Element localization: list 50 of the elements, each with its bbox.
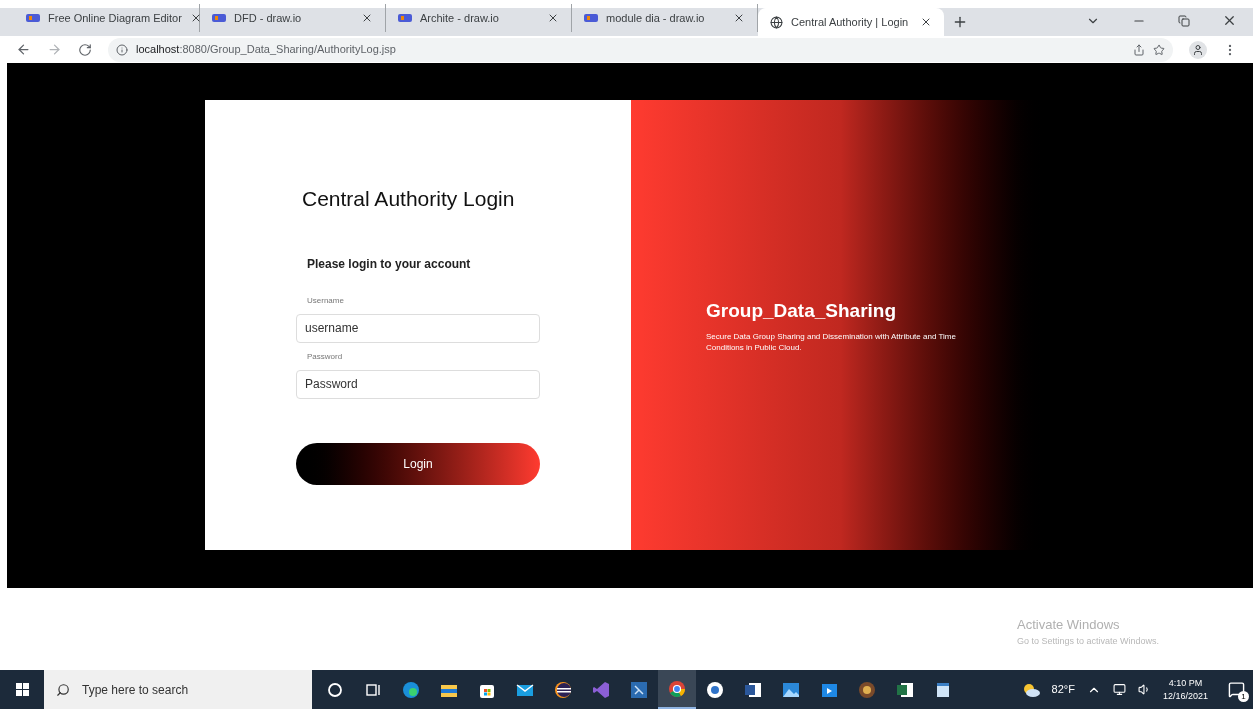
text-field[interactable]: Password [296,369,540,399]
field-label: Username [307,294,345,307]
close-icon[interactable] [361,12,373,24]
back-icon[interactable] [16,42,31,57]
diagram-icon [584,13,598,23]
weather-icon [1021,682,1040,697]
field-label: Password [307,350,344,363]
activation-hint: Go to Settings to activate Windows. [1017,634,1160,648]
browser-tab[interactable]: DFD - draw.io [200,4,386,32]
browser-tab[interactable]: Free Online Diagram Editor [14,4,200,32]
globe-icon [770,15,783,29]
address-bar[interactable]: localhost:8080/Group_Data_Sharing/AuthorityLog.jsp [108,37,1173,62]
search-icon [56,682,70,697]
tab-title: Free Online Diagram Editor [48,10,182,26]
clock[interactable]: 4:10 PM 12/16/2021 [1162,676,1208,703]
login-button[interactable]: Login [296,442,540,485]
speaker-icon[interactable] [1137,683,1151,696]
diagram-icon [398,13,412,23]
notification-count: 1 [1238,691,1249,702]
browser-tab[interactable]: Central Authority | Login [758,8,944,36]
close-icon[interactable] [920,16,932,28]
restore-icon[interactable] [1178,14,1190,27]
diagram-icon [212,13,226,23]
close-icon[interactable] [1222,13,1237,28]
reload-icon[interactable] [78,42,92,57]
tab-title: DFD - draw.io [234,10,303,26]
tab-title: Central Authority | Login [791,14,910,30]
tab-title: module dia - draw.io [606,10,706,26]
close-icon[interactable] [547,12,559,24]
new-tab-icon[interactable] [952,14,968,30]
network-icon[interactable] [1112,683,1126,696]
diagram-icon [26,13,40,23]
tab-title: Archite - draw.io [420,10,500,26]
taskbar-search-field[interactable]: Type here to search [44,670,312,709]
login-subtitle: Please login to your account [307,255,472,273]
bookmark-icon[interactable] [1153,43,1165,56]
close-icon[interactable] [733,12,745,24]
windows-icon [15,683,29,696]
temperature-text: 82°F [1051,682,1075,698]
banner-description: Secure Data Group Sharing and Dissemination with Attribute and Time Conditions in Public Cloud. [706,330,957,353]
profile-avatar[interactable] [1189,40,1207,59]
share-icon[interactable] [1133,43,1145,56]
activation-title: Activate Windows [1017,616,1120,634]
browser-tab[interactable]: module dia - draw.io [572,4,758,32]
browser-tab[interactable]: Archite - draw.io [386,4,572,32]
login-title: Central Authority Login [302,186,516,212]
info-icon[interactable] [116,43,128,56]
text-field[interactable]: username [296,313,540,343]
banner-title: Group_Data_Sharing [706,299,898,324]
url-text: localhost:8080/Group_Data_Sharing/AuthorityLog.jsp [136,42,396,58]
